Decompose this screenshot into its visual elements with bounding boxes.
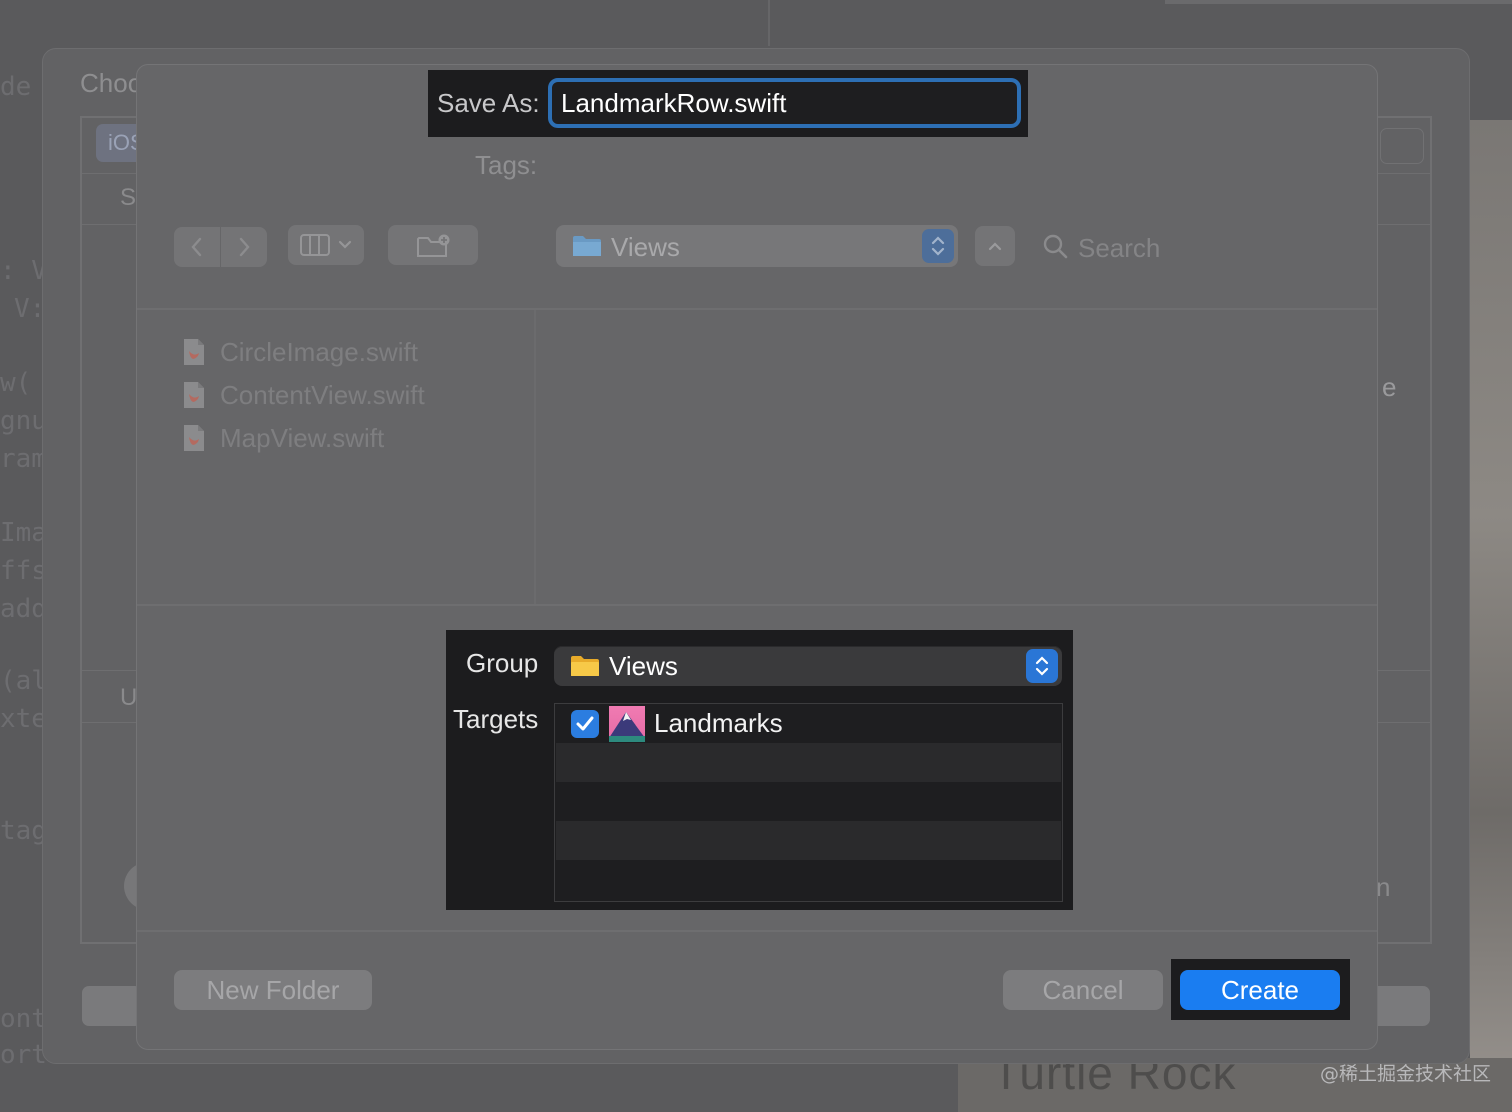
folder-icon <box>572 234 602 258</box>
location-stepper[interactable] <box>922 229 954 263</box>
divider <box>137 930 1377 932</box>
background-code-line: Ima <box>0 518 47 548</box>
up-down-chevron-icon <box>1034 654 1050 683</box>
search-icon <box>1042 233 1070 261</box>
template-filter-field <box>1380 128 1424 164</box>
targets-label: Targets <box>453 704 539 734</box>
file-list-item[interactable]: CircleImage.swift <box>182 335 418 369</box>
filename-field[interactable] <box>548 78 1021 128</box>
search-input[interactable] <box>1078 230 1278 266</box>
background-code-line: ram <box>0 444 47 474</box>
template-text-fragment: n <box>1376 872 1391 902</box>
column-view-icon <box>300 234 332 261</box>
back-button[interactable] <box>174 227 220 267</box>
background-code-line: add <box>0 594 47 624</box>
background-code-line: : V <box>0 256 47 286</box>
template-section-label: U <box>120 684 138 711</box>
landmarks-app-icon <box>609 706 645 742</box>
group-stepper[interactable] <box>1026 649 1058 683</box>
background-code-line: tag <box>0 816 47 846</box>
target-checkbox[interactable] <box>571 710 599 738</box>
template-chooser-button <box>82 986 142 1026</box>
group-value: Views <box>609 651 678 681</box>
new-folder-icon <box>416 233 452 264</box>
swift-file-icon <box>182 381 206 409</box>
background-code-line: (al <box>0 666 47 696</box>
view-mode-button[interactable] <box>288 225 364 265</box>
folder-icon <box>570 654 600 678</box>
location-label: Views <box>611 232 680 262</box>
template-chooser-button <box>1370 986 1430 1026</box>
checkmark-icon <box>575 714 595 739</box>
background-code-line: xte <box>0 704 47 734</box>
tags-label: Tags: <box>475 150 538 180</box>
template-chooser-title: Choo <box>80 68 143 98</box>
column-divider[interactable] <box>534 310 536 606</box>
divider <box>137 308 1377 310</box>
template-text-fragment: e <box>1382 372 1397 402</box>
background-code-line: gnu <box>0 406 47 436</box>
group-label: Group <box>466 648 539 678</box>
file-name: CircleImage.swift <box>220 336 418 367</box>
chevron-up-icon <box>987 239 1003 257</box>
background-code-line: ffs <box>0 556 47 586</box>
background-code-line: ort <box>0 1040 47 1070</box>
chevron-left-icon <box>174 227 220 271</box>
new-folder-toolbar-button[interactable] <box>388 225 478 265</box>
swift-file-icon <box>182 424 206 452</box>
cancel-button[interactable]: Cancel <box>1003 970 1163 1010</box>
file-name: ContentView.swift <box>220 379 425 410</box>
new-folder-button[interactable]: New Folder <box>174 970 372 1010</box>
target-row-empty <box>556 860 1061 899</box>
target-name: Landmarks <box>654 708 783 738</box>
save-as-label: Save As: <box>437 88 540 118</box>
background-code-line: ont <box>0 1004 47 1034</box>
template-section-label: S <box>120 184 137 211</box>
target-row-empty <box>556 821 1061 860</box>
file-list-item[interactable]: ContentView.swift <box>182 378 425 412</box>
file-list-item[interactable]: MapView.swift <box>182 421 384 455</box>
file-name: MapView.swift <box>220 422 385 453</box>
watermark: @稀土掘金技术社区 <box>1320 1063 1492 1085</box>
swift-file-icon <box>182 338 206 366</box>
forward-button[interactable] <box>221 227 267 267</box>
background-divider <box>1165 0 1512 4</box>
chevron-down-icon <box>338 238 352 256</box>
background-divider <box>768 0 770 46</box>
create-button[interactable]: Create <box>1180 970 1340 1010</box>
background-code-line: w( <box>0 368 32 398</box>
up-down-chevron-icon <box>930 234 946 263</box>
background-code-line: V: <box>14 294 46 324</box>
divider <box>137 604 1377 606</box>
target-row-empty <box>556 782 1061 821</box>
background-preview-image <box>1470 120 1512 1110</box>
chevron-right-icon <box>221 227 267 271</box>
expand-collapse-button[interactable] <box>975 226 1015 266</box>
target-row-empty <box>556 743 1061 782</box>
background-code-line: de <box>0 72 32 102</box>
